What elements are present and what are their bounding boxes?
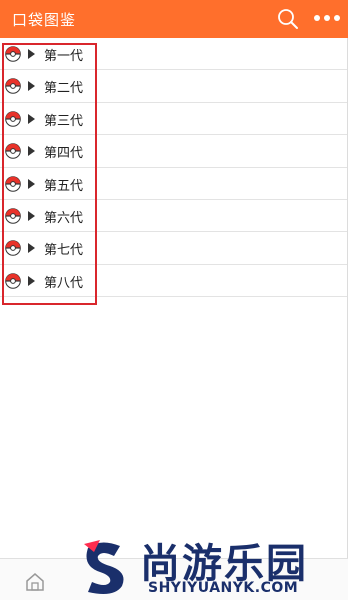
home-icon[interactable] [24, 571, 46, 593]
watermark-logo-icon [84, 540, 124, 594]
watermark: 尚游乐园 SHYIYUANYK.COM [78, 528, 348, 600]
app-header: 口袋图鉴 [0, 0, 348, 38]
page-title: 口袋图鉴 [12, 11, 77, 29]
watermark-url: SHYIYUANYK.COM [148, 580, 299, 596]
search-icon[interactable] [277, 8, 299, 30]
more-icon[interactable] [314, 14, 340, 22]
highlight-box [2, 43, 97, 305]
